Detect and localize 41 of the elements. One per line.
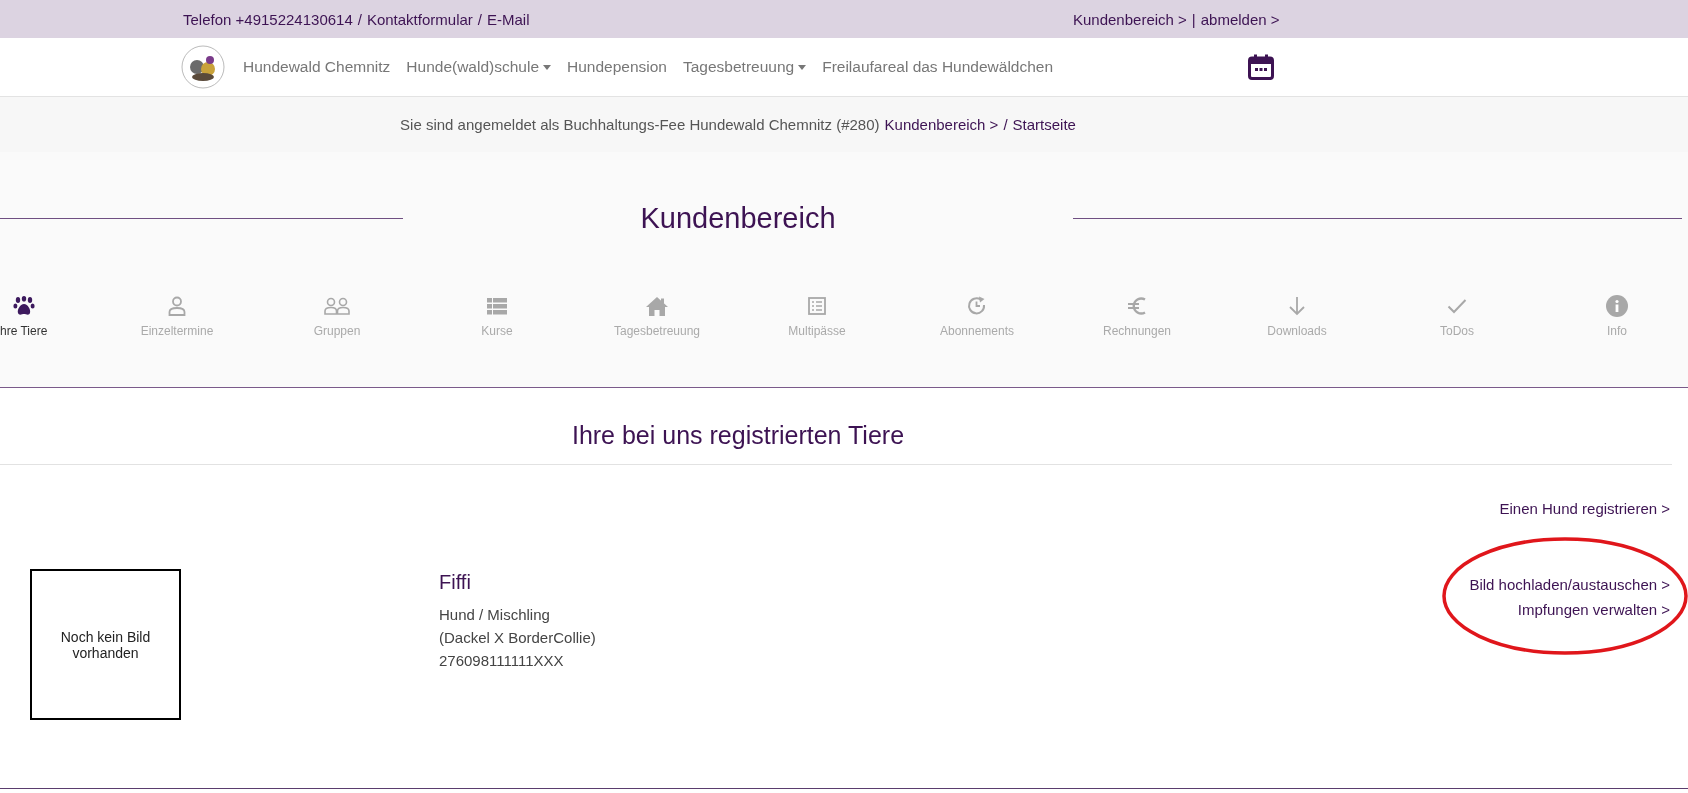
logo-drawing[interactable] [181, 45, 225, 89]
nav-menu-item[interactable]: Freilaufareal das Hundewäldchen [814, 58, 1062, 76]
nav-link[interactable]: Kundenbereich > [1073, 10, 1187, 28]
animal-detail: (Dackel X BorderCollie) [439, 628, 596, 648]
nav-link[interactable]: Startseite [1012, 116, 1076, 133]
login-status-text: Sie sind angemeldet als Buchhaltungs-Fee Hundewald Chemnitz (#280) [400, 116, 880, 133]
euro-icon [1127, 296, 1147, 316]
nav-link[interactable]: Kundenbereich > [884, 116, 999, 133]
list-box-icon [808, 297, 826, 315]
separator: / [1003, 116, 1008, 133]
nav-link[interactable]: abmelden > [1200, 10, 1280, 28]
nav-menu-item[interactable]: Hunde(wald)schule [398, 58, 559, 76]
person-icon [168, 296, 186, 316]
register-link[interactable]: Einen Hund registrieren > [1499, 500, 1670, 517]
no-image-text: Noch kein Bild vorhanden [59, 628, 152, 661]
action-link[interactable]: Impfungen verwalten > [1517, 597, 1670, 622]
separator: | [1191, 10, 1196, 28]
action-link[interactable]: Bild hochladen/austauschen > [1469, 572, 1670, 597]
separator: / [357, 10, 362, 28]
nav-link[interactable]: E-Mail [487, 10, 530, 28]
nav-link[interactable]: Kontaktformular [366, 10, 473, 28]
animal-detail: Hund / Mischling [439, 605, 551, 625]
nav-menu-item[interactable]: Tagesbetreuung [675, 58, 815, 76]
tab[interactable]: hre Tiere [0, 295, 48, 338]
nav-link[interactable]: Telefon +4915224130614 [183, 10, 353, 28]
people-icon [324, 297, 350, 315]
paw-icon [12, 296, 35, 316]
house-icon [646, 296, 668, 316]
animal-name: Fiffi [439, 571, 472, 594]
list-icon [487, 297, 507, 315]
clock-refresh-icon [967, 296, 987, 316]
nav-menu-item[interactable]: Hundewald Chemnitz [235, 58, 399, 76]
animal-detail: 276098111111XXX [439, 651, 565, 671]
down-arrow-icon [1288, 296, 1306, 316]
info-icon [1606, 295, 1628, 317]
section-title: Ihre bei uns registrierten Tiere [570, 420, 906, 451]
checkmark-icon [1447, 298, 1467, 314]
calendar-icon[interactable] [1248, 54, 1274, 80]
page-title: Kundenbereich [639, 202, 837, 235]
separator: / [477, 10, 482, 28]
nav-menu-item[interactable]: Hundepension [559, 58, 675, 76]
